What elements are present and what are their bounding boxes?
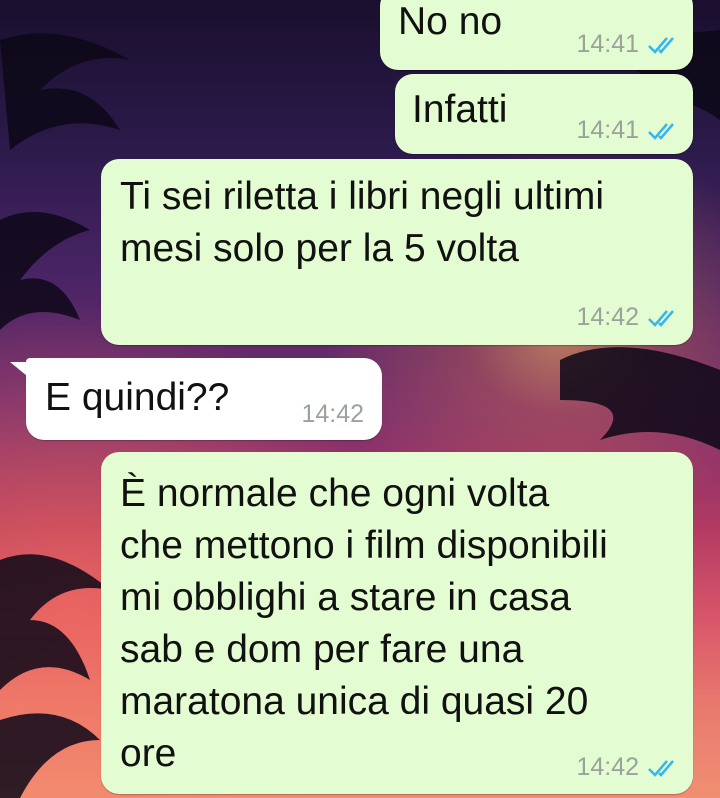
double-check-read-icon: [648, 36, 674, 54]
message-meta: 14:41: [576, 30, 677, 59]
double-check-read-icon: [648, 759, 674, 777]
message-timestamp: 14:42: [301, 400, 364, 428]
double-check-read-icon: [648, 122, 674, 140]
message-timestamp: 14:41: [576, 30, 639, 58]
message-meta: 14:42: [576, 753, 677, 782]
message-timestamp: 14:42: [576, 753, 639, 781]
message-meta: 14:42: [301, 400, 364, 429]
double-check-read-icon: [648, 309, 674, 327]
message-bubble-incoming[interactable]: E quindi?? 14:42: [26, 358, 382, 440]
message-text: No no: [398, 0, 503, 43]
message-meta: 14:41: [576, 116, 677, 145]
message-bubble-outgoing[interactable]: Ti sei riletta i libri negli ultimi mesi…: [101, 159, 693, 345]
message-meta: 14:42: [576, 303, 677, 332]
message-text: Ti sei riletta i libri negli ultimi mesi…: [120, 175, 605, 270]
message-timestamp: 14:41: [576, 116, 639, 144]
message-text: È normale che ogni volta che mettono i f…: [120, 472, 608, 775]
message-bubble-outgoing[interactable]: No no 14:41: [380, 0, 693, 70]
message-text: E quindi??: [45, 376, 230, 419]
message-timestamp: 14:42: [576, 303, 639, 331]
message-text: Infatti: [412, 88, 508, 131]
message-bubble-outgoing[interactable]: È normale che ogni volta che mettono i f…: [101, 452, 693, 794]
message-bubble-outgoing[interactable]: Infatti 14:41: [395, 74, 693, 154]
